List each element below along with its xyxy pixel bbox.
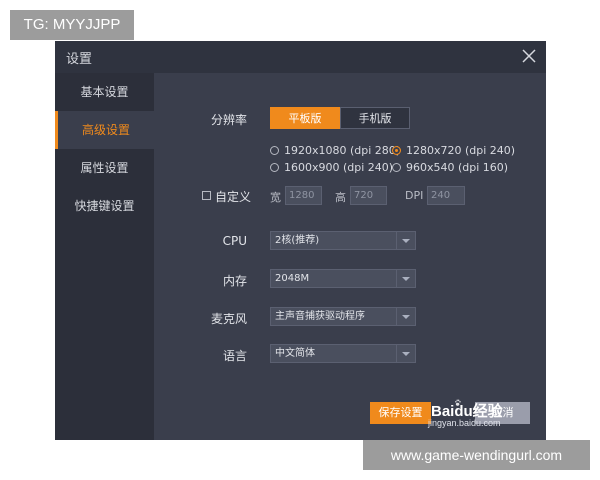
- width-input[interactable]: 1280: [285, 186, 322, 205]
- height-label: 高: [335, 191, 346, 204]
- radio-label: 1920x1080 (dpi 280): [284, 144, 401, 157]
- dpi-input[interactable]: 240: [427, 186, 465, 205]
- height-input[interactable]: 720: [350, 186, 387, 205]
- tab-tablet[interactable]: 平板版: [270, 107, 340, 129]
- dialog-title: 设置: [66, 52, 93, 67]
- save-button[interactable]: 保存设置: [370, 402, 431, 424]
- cpu-label: CPU: [222, 234, 247, 248]
- radio-1600x900[interactable]: 1600x900 (dpi 240): [270, 161, 393, 175]
- memory-value: 2048M: [275, 273, 310, 284]
- radio-1280x720[interactable]: 1280x720 (dpi 240): [392, 144, 515, 158]
- custom-label: 自定义: [215, 190, 252, 204]
- cpu-select[interactable]: 2核(推荐): [270, 231, 416, 250]
- radio-dot: [270, 162, 279, 172]
- language-value: 中文简体: [275, 348, 315, 359]
- settings-dialog: 设置 基本设置 高级设置 属性设置 快捷键设置 分辨率 平板版 手机版 1920…: [55, 41, 546, 440]
- page: TG: MYYJJPP 设置 基本设置 高级设置 属性设置 快捷键设置 分辨率 …: [0, 0, 600, 480]
- title-bar: 设置: [55, 41, 546, 73]
- chevron-down-icon: [396, 345, 415, 362]
- radio-label: 1600x900 (dpi 240): [284, 161, 394, 174]
- sidebar-item-advanced[interactable]: 高级设置: [55, 111, 154, 149]
- close-icon[interactable]: [521, 48, 537, 64]
- width-label: 宽: [270, 191, 281, 204]
- microphone-value: 主声音捕获驱动程序: [275, 311, 365, 322]
- overlay-url-label: www.game-wendingurl.com: [363, 440, 590, 470]
- memory-label: 内存: [222, 274, 247, 288]
- language-label: 语言: [222, 349, 247, 363]
- dpi-label: DPI: [405, 189, 424, 202]
- cpu-value: 2核(推荐): [275, 235, 320, 246]
- chevron-down-icon: [396, 232, 415, 249]
- radio-label: 1280x720 (dpi 240): [406, 144, 516, 157]
- watermark-subtext: jingyan.baidu.com: [428, 418, 501, 428]
- radio-960x540[interactable]: 960x540 (dpi 160): [392, 161, 508, 175]
- microphone-label: 麦克风: [210, 312, 247, 326]
- overlay-tg-label: TG: MYYJJPP: [10, 10, 134, 40]
- tab-phone[interactable]: 手机版: [340, 107, 410, 129]
- chevron-down-icon: [396, 270, 415, 287]
- sidebar: 基本设置 高级设置 属性设置 快捷键设置: [55, 73, 154, 440]
- sidebar-item-basic[interactable]: 基本设置: [55, 73, 154, 111]
- resolution-label: 分辨率: [210, 113, 247, 127]
- radio-dot-selected: [392, 145, 401, 155]
- sidebar-item-shortcuts[interactable]: 快捷键设置: [55, 187, 154, 225]
- memory-select[interactable]: 2048M: [270, 269, 416, 288]
- radio-label: 960x540 (dpi 160): [406, 161, 509, 174]
- radio-dot: [392, 162, 401, 172]
- custom-checkbox[interactable]: [202, 191, 211, 200]
- radio-dot: [270, 145, 279, 155]
- sidebar-item-properties[interactable]: 属性设置: [55, 149, 154, 187]
- chevron-down-icon: [396, 308, 415, 325]
- language-select[interactable]: 中文简体: [270, 344, 416, 363]
- microphone-select[interactable]: 主声音捕获驱动程序: [270, 307, 416, 326]
- radio-1920x1080[interactable]: 1920x1080 (dpi 280): [270, 144, 400, 158]
